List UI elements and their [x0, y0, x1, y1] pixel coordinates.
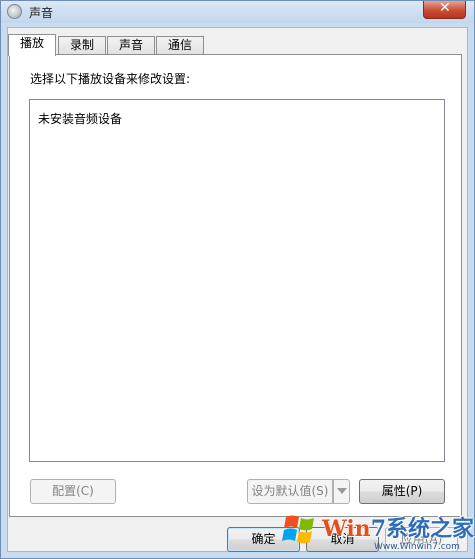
watermark: Win7系统之家 Www.Winwin7.com: [278, 508, 475, 559]
watermark-title-accent: Win: [322, 516, 371, 542]
window-title: 声音: [29, 6, 54, 20]
set-default-button[interactable]: 设为默认值(S): [247, 479, 333, 504]
device-list[interactable]: 未安装音频设备: [29, 99, 445, 462]
close-button[interactable]: ✕: [423, 1, 466, 19]
watermark-url: Www.Winwin7.com: [374, 542, 460, 552]
set-default-dropdown[interactable]: [333, 479, 350, 504]
tab-playback[interactable]: 播放: [8, 34, 56, 56]
instruction-text: 选择以下播放设备来修改设置:: [30, 72, 191, 86]
configure-button[interactable]: 配置(C): [30, 479, 116, 504]
tab-recording[interactable]: 录制: [58, 36, 106, 55]
watermark-title: Win7系统之家: [322, 511, 474, 543]
properties-button[interactable]: 属性(P): [359, 479, 445, 504]
chevron-down-icon: [337, 488, 347, 494]
empty-list-message: 未安装音频设备: [38, 112, 123, 126]
close-icon: ✕: [439, 0, 451, 16]
watermark-title-rest: 7系统之家: [370, 516, 474, 542]
speaker-icon: [7, 4, 22, 19]
title-bar[interactable]: 声音 ✕: [1, 1, 474, 23]
tab-communications[interactable]: 通信: [156, 36, 204, 55]
windows-logo-icon: [282, 515, 314, 544]
tab-sounds[interactable]: 声音: [107, 36, 155, 55]
